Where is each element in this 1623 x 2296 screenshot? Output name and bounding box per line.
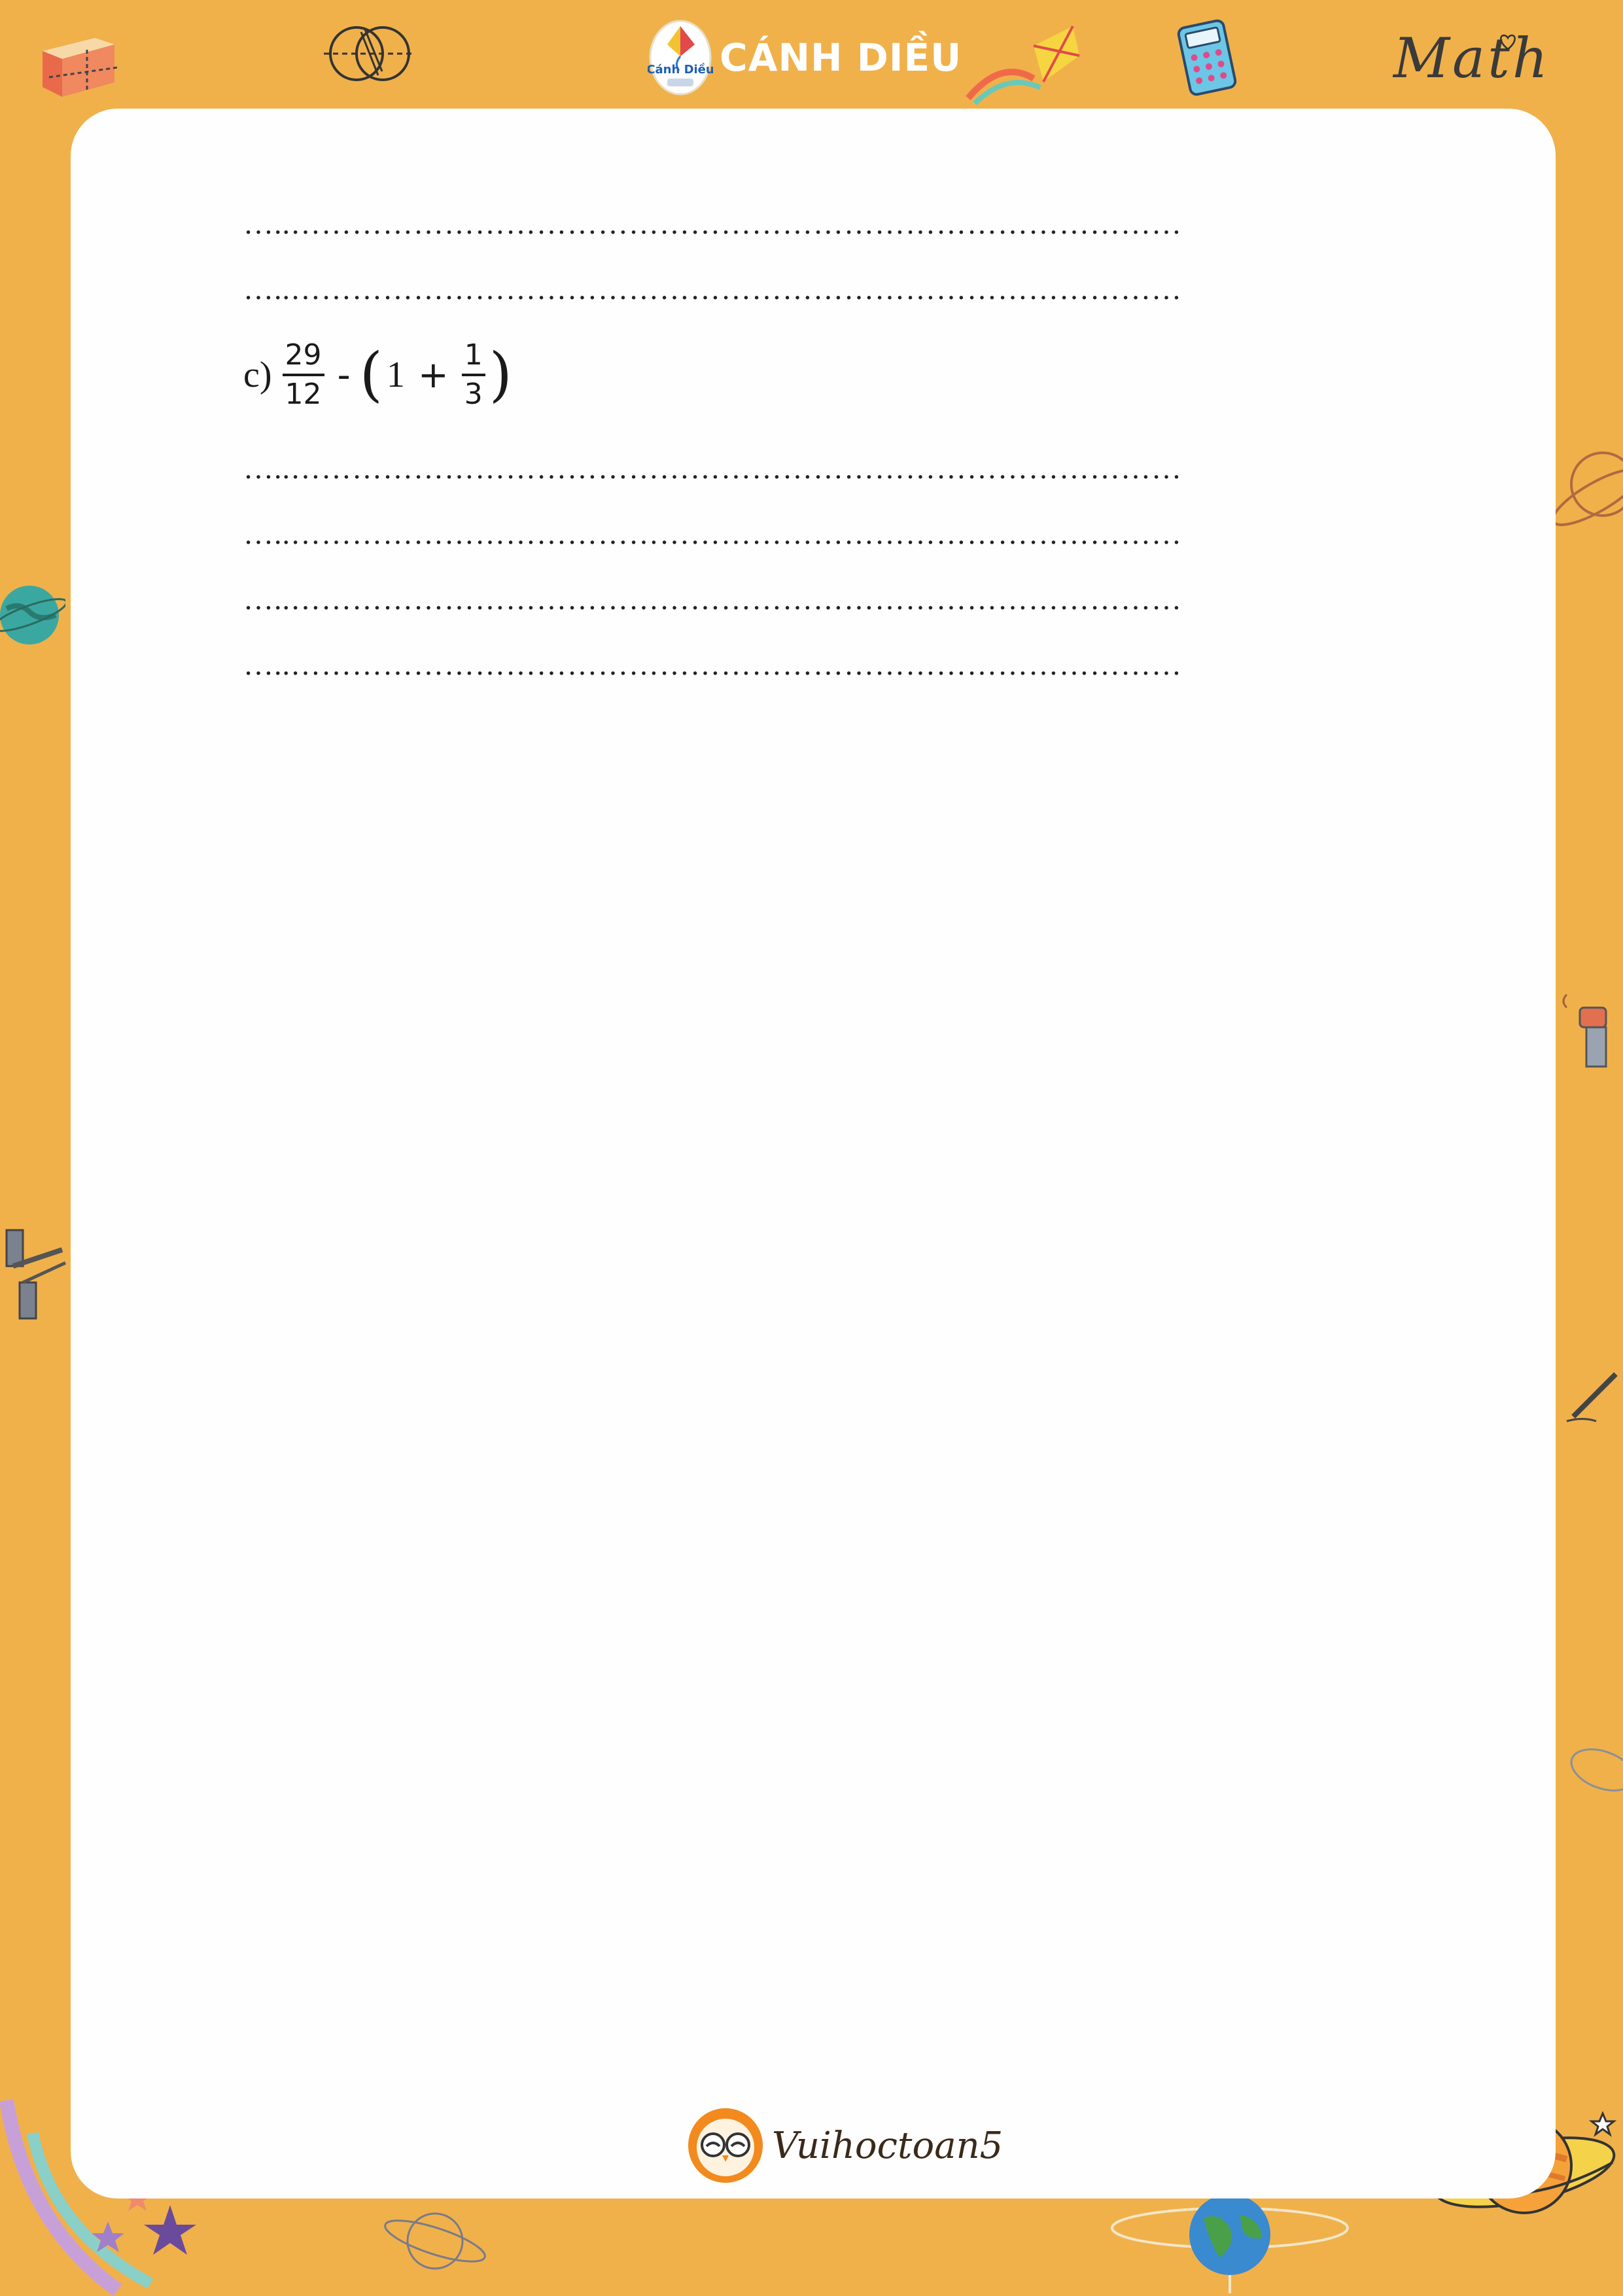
fraction-denominator: 12: [285, 378, 322, 411]
exercise-label: c): [243, 355, 272, 395]
footer-brand: Vuihoctoan5: [687, 2107, 1003, 2184]
heart-icon: [1500, 34, 1516, 50]
open-paren: (: [359, 340, 383, 409]
answer-line[interactable]: …..……………………………………………………………………………: [243, 586, 1362, 612]
planet-outline-icon: [384, 2212, 486, 2270]
answer-line[interactable]: …..……………………………………………………………………………: [243, 276, 1362, 302]
worksheet-page: Cánh Diều CÁNH DIỀU Math …..…………………………………: [0, 0, 1623, 2296]
planet-icon: [1552, 451, 1623, 527]
logo-caption: Cánh Diều: [648, 63, 713, 77]
brand-title: CÁNH DIỀU: [720, 35, 962, 80]
kite-icon: [966, 26, 1080, 105]
satellite-icon: [1562, 993, 1607, 1068]
earth-planet-icon: [0, 586, 65, 645]
footer-brand-text: Vuihoctoan5: [772, 2124, 1003, 2167]
whole-number: 1: [386, 355, 405, 395]
minus-sign: -: [337, 353, 351, 397]
ruler-box-icon: [43, 38, 118, 97]
plus-sign: +: [417, 353, 449, 397]
fraction-numerator: 1: [464, 338, 483, 372]
exercise-c: c) 29 12 - ( 1 + 1 3 ): [243, 326, 512, 424]
fraction-29-12: 29 12: [282, 337, 324, 413]
answer-line[interactable]: …..……………………………………………………………………………: [243, 455, 1362, 482]
pencil-icon: [1566, 1372, 1618, 1422]
answer-line[interactable]: …..……………………………………………………………………………: [243, 652, 1362, 678]
fraction-denominator: 3: [464, 378, 483, 411]
close-paren: ): [489, 340, 512, 409]
orbit-icon: [1570, 1748, 1623, 1792]
fraction-numerator: 29: [285, 338, 322, 372]
venn-diagram-icon: [324, 26, 415, 81]
fraction-1-3: 1 3: [461, 337, 485, 413]
calculator-icon: [1177, 19, 1237, 96]
answer-line[interactable]: …..……………………………………………………………………………: [243, 521, 1362, 547]
kite-logo-icon: Cánh Diều: [648, 20, 713, 96]
answer-line[interactable]: …..……………………………………………………………………………: [243, 211, 1362, 237]
space-station-icon: [5, 1229, 67, 1320]
brand-header: Cánh Diều CÁNH DIỀU: [648, 18, 962, 97]
math-word: Math: [1393, 26, 1550, 90]
owl-icon: [688, 2108, 763, 2183]
